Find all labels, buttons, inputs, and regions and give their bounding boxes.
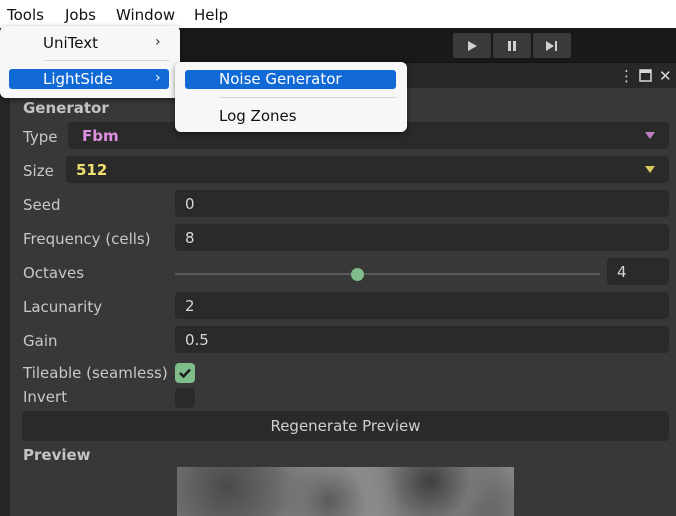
menu-window[interactable]: Window	[116, 6, 175, 24]
menu-item-noise-generator-label: Noise Generator	[219, 70, 342, 88]
tools-menu: UniText › LightSide ›	[0, 26, 180, 98]
more-icon[interactable]: ⋮	[619, 67, 634, 85]
close-icon[interactable]: ✕	[659, 67, 672, 85]
size-label: Size	[23, 162, 54, 180]
invert-label: Invert	[23, 388, 68, 406]
tileable-checkbox[interactable]	[175, 363, 195, 383]
lacunarity-value: 2	[185, 297, 195, 315]
step-button[interactable]	[533, 33, 571, 58]
step-icon	[546, 40, 557, 51]
octaves-value: 4	[617, 263, 627, 281]
play-controls	[453, 33, 571, 58]
frequency-value: 8	[185, 229, 195, 247]
octaves-field[interactable]: 4	[607, 258, 669, 285]
checkmark-icon	[179, 368, 191, 379]
frequency-field[interactable]: 8	[175, 224, 669, 251]
lightside-submenu: Noise Generator Log Zones	[175, 62, 407, 132]
menu-help[interactable]: Help	[194, 6, 228, 24]
gain-field[interactable]: 0.5	[175, 326, 669, 353]
menu-divider	[219, 97, 397, 98]
menu-tools[interactable]: Tools	[7, 6, 44, 24]
menu-bar: Tools Jobs Window Help	[0, 0, 676, 28]
gain-value: 0.5	[185, 331, 209, 349]
preview-section-title: Preview	[23, 446, 91, 464]
lacunarity-field[interactable]: 2	[175, 292, 669, 319]
type-label: Type	[23, 128, 58, 146]
pause-button[interactable]	[493, 33, 531, 58]
menu-item-log-zones[interactable]: Log Zones	[219, 107, 297, 125]
menu-item-lightside-label: LightSide	[43, 70, 113, 88]
seed-value: 0	[185, 195, 195, 213]
chevron-right-icon: ›	[155, 34, 161, 50]
invert-checkbox[interactable]	[175, 388, 195, 408]
pause-icon	[508, 40, 516, 51]
lacunarity-label: Lacunarity	[23, 298, 103, 316]
menu-item-lightside[interactable]: LightSide ›	[9, 69, 169, 89]
seed-field[interactable]: 0	[175, 190, 669, 217]
menu-divider	[45, 60, 170, 61]
menu-jobs[interactable]: Jobs	[65, 6, 96, 24]
size-dropdown[interactable]: 512	[66, 156, 669, 183]
menu-item-unitext[interactable]: UniText	[43, 34, 98, 52]
frequency-label: Frequency (cells)	[23, 230, 151, 248]
noise-preview-image	[177, 467, 514, 516]
chevron-down-icon	[645, 166, 655, 173]
gain-label: Gain	[23, 332, 58, 350]
octaves-label: Octaves	[23, 264, 85, 282]
play-button[interactable]	[453, 33, 491, 58]
generator-section-title: Generator	[23, 99, 109, 117]
chevron-right-icon: ›	[155, 70, 161, 86]
left-scroll-track	[0, 88, 10, 516]
type-value: Fbm	[82, 127, 119, 145]
menu-item-noise-generator[interactable]: Noise Generator	[185, 70, 396, 89]
seed-label: Seed	[23, 196, 61, 214]
octaves-slider-track[interactable]	[175, 273, 600, 275]
size-value: 512	[76, 161, 108, 179]
tileable-label: Tileable (seamless)	[23, 364, 168, 382]
regenerate-preview-button[interactable]: Regenerate Preview	[22, 411, 669, 441]
chevron-down-icon	[645, 132, 655, 139]
play-icon	[468, 40, 477, 51]
maximize-icon[interactable]	[639, 67, 652, 86]
